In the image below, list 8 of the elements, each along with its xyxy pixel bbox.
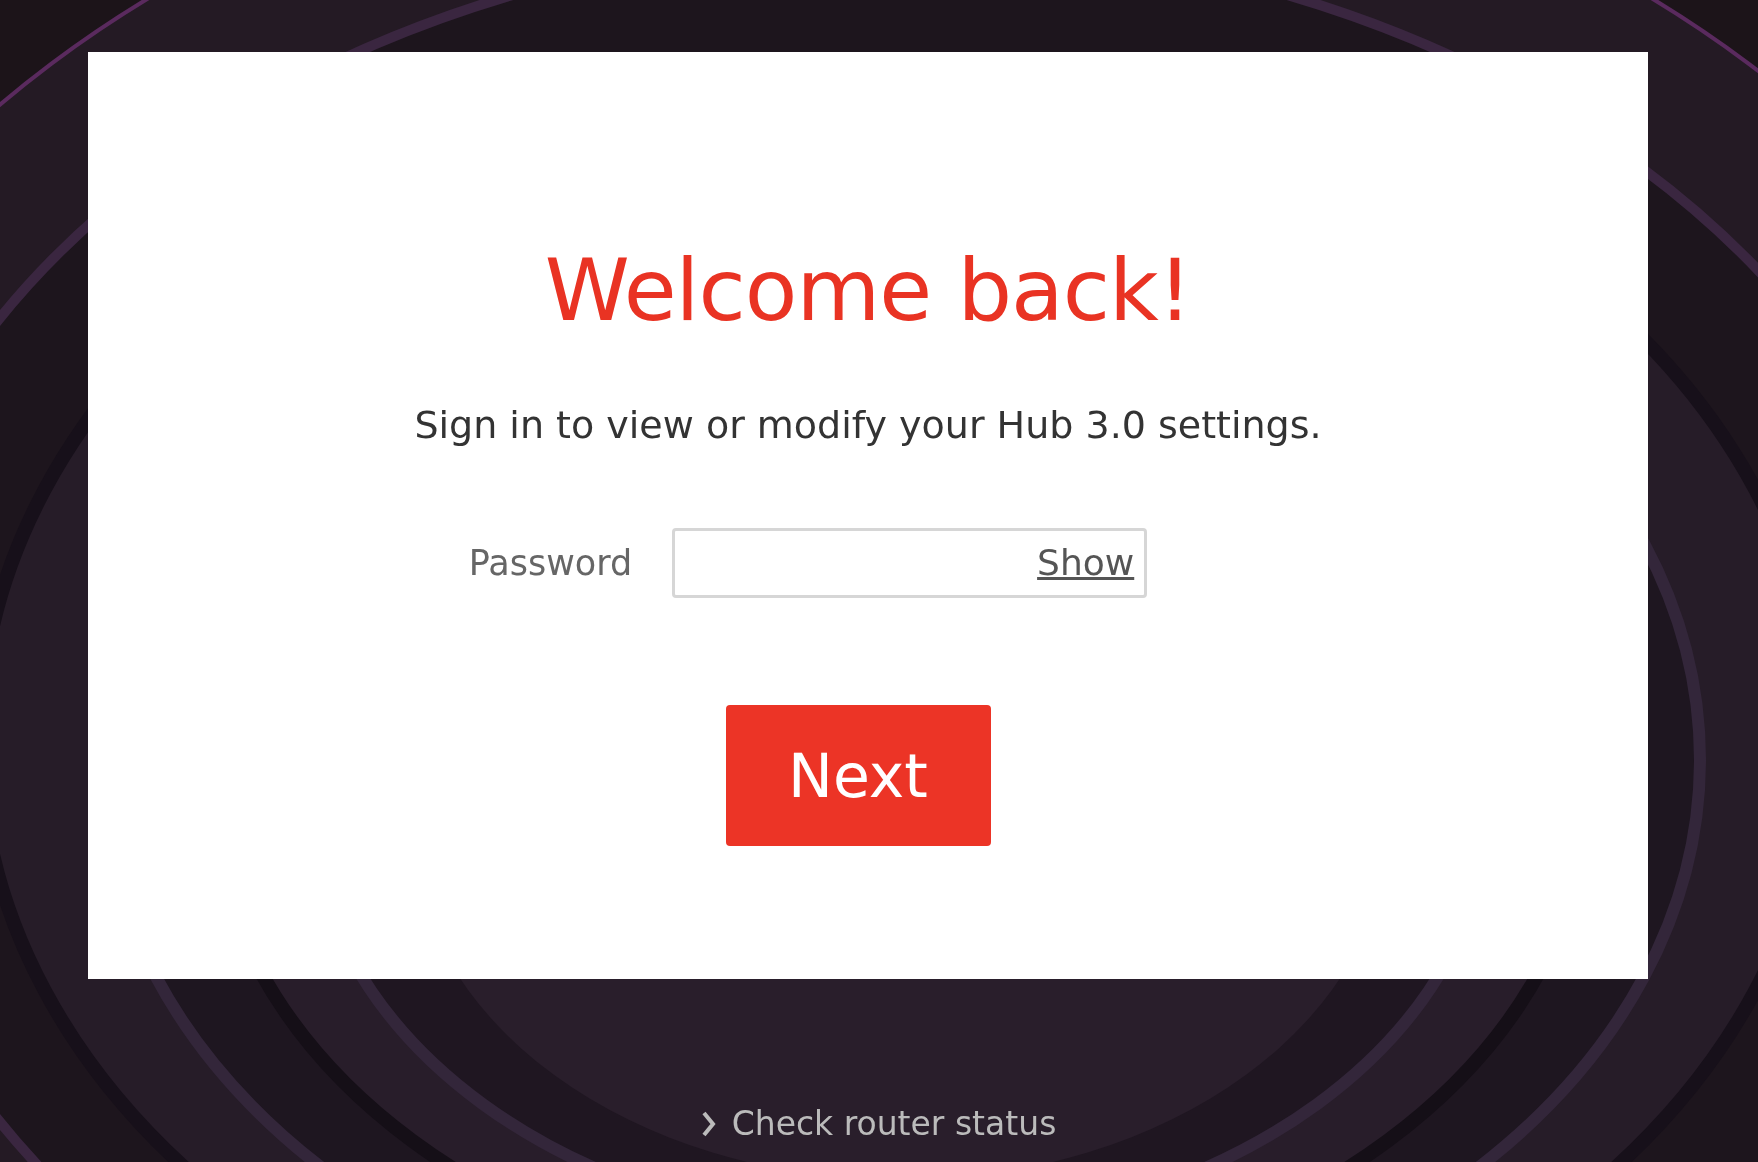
chevron-icon [701, 1110, 716, 1137]
show-link[interactable]: Show [1037, 536, 1135, 590]
subtitle: Sign in to view or modify your Hub 3.0 settings. [413, 402, 1323, 449]
password-label: Password [468, 541, 633, 585]
password-field[interactable]: Show [672, 528, 1148, 598]
check-router-status-link[interactable]: Check router status [701, 1099, 1057, 1149]
page-title: Welcome back! [543, 247, 1193, 333]
next-button[interactable]: Next [725, 705, 991, 846]
